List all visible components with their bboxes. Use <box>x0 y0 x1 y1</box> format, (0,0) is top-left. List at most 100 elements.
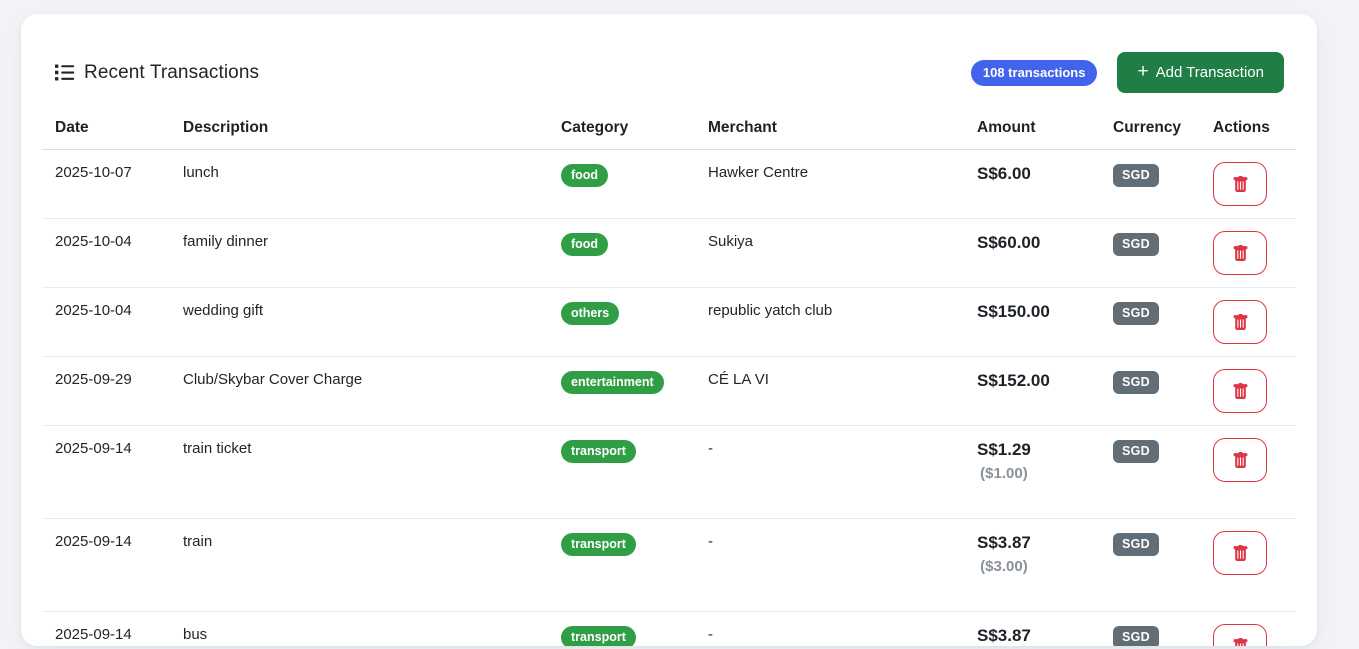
currency-badge: SGD <box>1113 233 1159 256</box>
category-cell: transport <box>548 519 695 612</box>
amount-primary: S$152.00 <box>977 369 1050 394</box>
category-badge: entertainment <box>561 371 664 394</box>
currency-badge: SGD <box>1113 302 1159 325</box>
column-header-merchant: Merchant <box>695 111 964 150</box>
category-badge: food <box>561 233 608 256</box>
amount-primary: S$3.87 <box>977 624 1031 646</box>
trash-icon <box>1232 383 1249 400</box>
description-text: lunch <box>183 164 219 181</box>
currency-cell: SGD <box>1100 519 1200 612</box>
delete-button[interactable] <box>1213 624 1267 646</box>
category-cell: others <box>548 288 695 357</box>
column-header-date: Date <box>42 111 170 150</box>
date-cell: 2025-10-04 <box>42 219 170 288</box>
amount-cell: S$150.00 <box>964 288 1100 357</box>
date-cell: 2025-09-14 <box>42 426 170 519</box>
amount-secondary: ($1.00) <box>977 463 1031 486</box>
actions-cell <box>1200 612 1296 647</box>
column-header-category: Category <box>548 111 695 150</box>
currency-cell: SGD <box>1100 150 1200 219</box>
table-row: 2025-10-04 family dinner food Sukiya S$6… <box>42 219 1296 288</box>
amount-primary: S$1.29 <box>977 438 1031 463</box>
table-row: 2025-09-14 train ticket transport - S$1.… <box>42 426 1296 519</box>
table-row: 2025-10-07 lunch food Hawker Centre S$6.… <box>42 150 1296 219</box>
merchant-text: Sukiya <box>708 233 753 250</box>
plus-icon: + <box>1137 62 1148 81</box>
amount-primary: S$3.87 <box>977 531 1031 556</box>
amount-primary: S$150.00 <box>977 300 1050 325</box>
merchant-text: republic yatch club <box>708 302 832 319</box>
trash-icon <box>1232 638 1249 647</box>
merchant-text: - <box>708 440 713 457</box>
merchant-text: - <box>708 533 713 550</box>
merchant-cell: - <box>695 519 964 612</box>
trash-icon <box>1232 452 1249 469</box>
column-header-amount: Amount <box>964 111 1100 150</box>
date-text: 2025-10-07 <box>55 164 132 181</box>
amount-stack: S$6.00 <box>977 162 1031 187</box>
category-badge: others <box>561 302 619 325</box>
delete-button[interactable] <box>1213 438 1267 482</box>
merchant-cell: Sukiya <box>695 219 964 288</box>
merchant-text: - <box>708 626 713 643</box>
category-badge: food <box>561 164 608 187</box>
description-cell: Club/Skybar Cover Charge <box>170 357 548 426</box>
actions-cell <box>1200 288 1296 357</box>
currency-cell: SGD <box>1100 612 1200 647</box>
card-header: Recent Transactions 108 transactions + A… <box>54 52 1284 93</box>
currency-cell: SGD <box>1100 357 1200 426</box>
actions-cell <box>1200 150 1296 219</box>
table-row: 2025-10-04 wedding gift others republic … <box>42 288 1296 357</box>
add-transaction-label: Add Transaction <box>1156 64 1264 81</box>
description-text: family dinner <box>183 233 268 250</box>
delete-button[interactable] <box>1213 369 1267 413</box>
actions-cell <box>1200 426 1296 519</box>
category-badge: transport <box>561 626 636 646</box>
amount-stack: S$3.87 ($3.00) <box>977 624 1031 646</box>
category-cell: food <box>548 219 695 288</box>
description-text: train <box>183 533 212 550</box>
description-cell: train <box>170 519 548 612</box>
actions-cell <box>1200 219 1296 288</box>
currency-cell: SGD <box>1100 219 1200 288</box>
delete-button[interactable] <box>1213 300 1267 344</box>
page-title: Recent Transactions <box>84 62 259 84</box>
delete-button[interactable] <box>1213 231 1267 275</box>
merchant-cell: - <box>695 612 964 647</box>
description-text: bus <box>183 626 207 643</box>
date-text: 2025-09-29 <box>55 371 132 388</box>
description-text: Club/Skybar Cover Charge <box>183 371 362 388</box>
trash-icon <box>1232 176 1249 193</box>
amount-primary: S$6.00 <box>977 162 1031 187</box>
amount-stack: S$3.87 ($3.00) <box>977 531 1031 578</box>
date-text: 2025-09-14 <box>55 626 132 643</box>
category-cell: transport <box>548 612 695 647</box>
currency-cell: SGD <box>1100 426 1200 519</box>
date-text: 2025-10-04 <box>55 302 132 319</box>
amount-cell: S$60.00 <box>964 219 1100 288</box>
transactions-count-badge: 108 transactions <box>971 60 1098 86</box>
add-transaction-button[interactable]: + Add Transaction <box>1117 52 1284 93</box>
date-cell: 2025-09-14 <box>42 519 170 612</box>
merchant-text: CÉ LA VI <box>708 371 769 388</box>
category-cell: food <box>548 150 695 219</box>
description-text: train ticket <box>183 440 251 457</box>
category-badge: transport <box>561 440 636 463</box>
actions-cell <box>1200 519 1296 612</box>
category-badge: transport <box>561 533 636 556</box>
description-cell: bus <box>170 612 548 647</box>
currency-badge: SGD <box>1113 626 1159 646</box>
date-cell: 2025-10-07 <box>42 150 170 219</box>
delete-button[interactable] <box>1213 531 1267 575</box>
description-text: wedding gift <box>183 302 263 319</box>
merchant-cell: - <box>695 426 964 519</box>
transactions-table: Date Description Category Merchant Amoun… <box>42 111 1296 646</box>
description-cell: lunch <box>170 150 548 219</box>
amount-cell: S$3.87 ($3.00) <box>964 612 1100 647</box>
currency-cell: SGD <box>1100 288 1200 357</box>
currency-badge: SGD <box>1113 371 1159 394</box>
date-text: 2025-10-04 <box>55 233 132 250</box>
list-icon <box>54 62 75 83</box>
delete-button[interactable] <box>1213 162 1267 206</box>
column-header-actions: Actions <box>1200 111 1296 150</box>
